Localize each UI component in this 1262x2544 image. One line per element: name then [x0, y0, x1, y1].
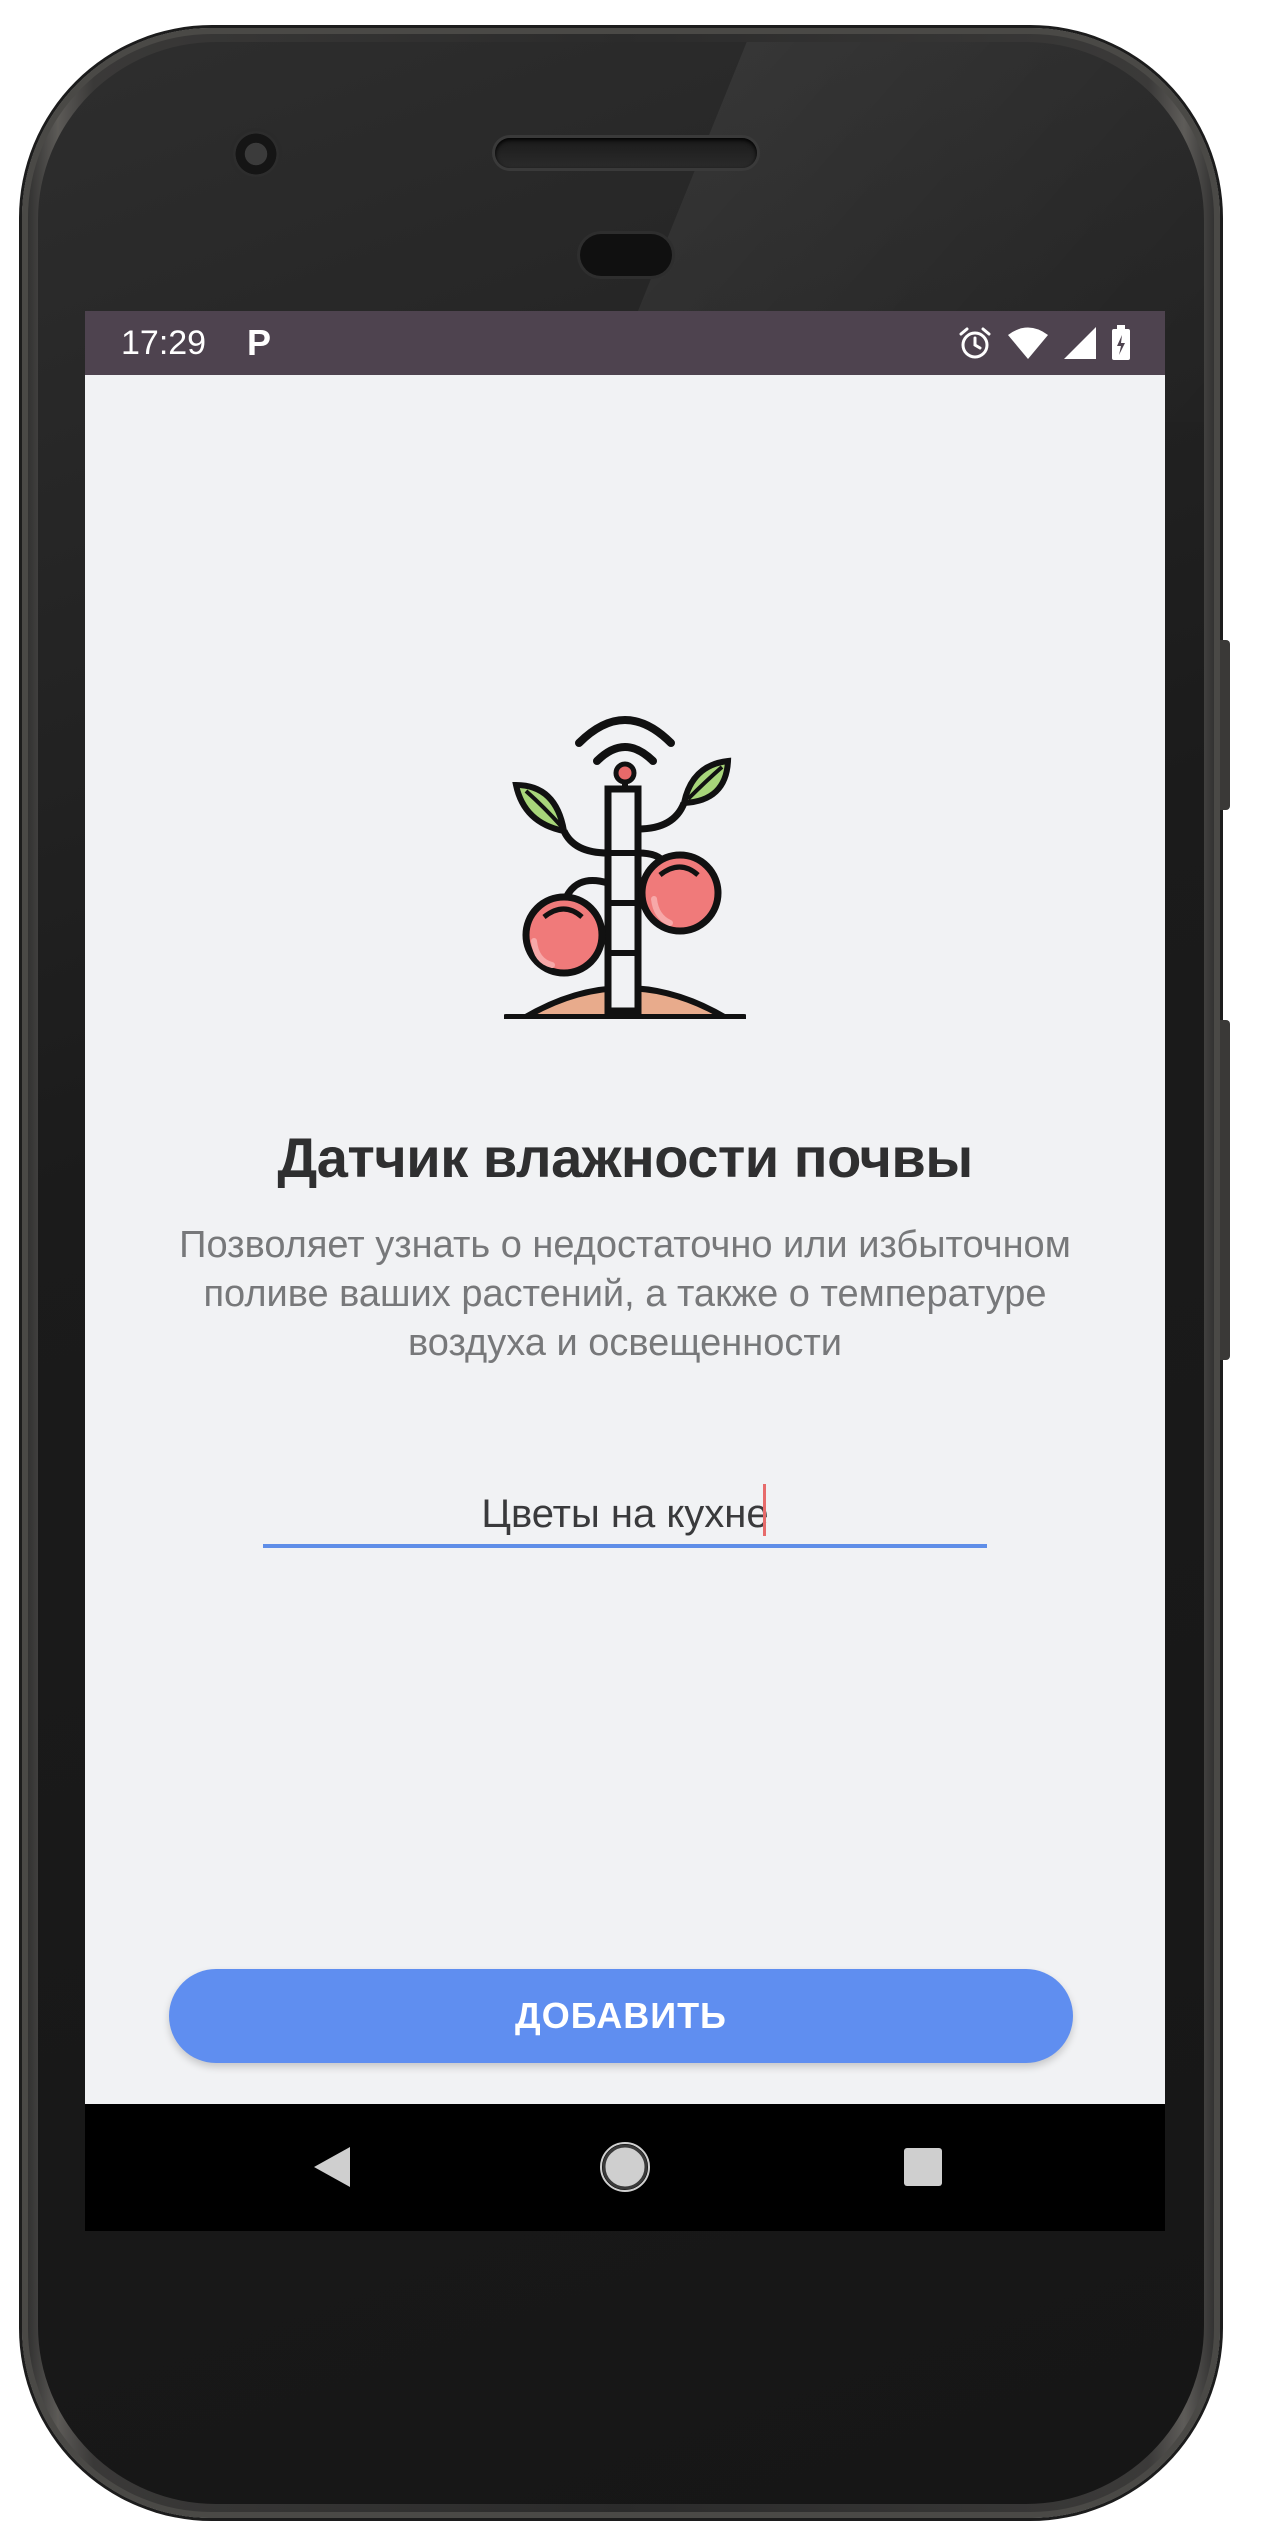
status-bar: 17:29 P	[85, 311, 1165, 375]
notification-p-icon: P	[247, 322, 272, 363]
add-button[interactable]: ДОБАВИТЬ	[169, 1969, 1073, 2063]
side-button-top	[1220, 640, 1230, 810]
front-camera	[230, 128, 282, 180]
back-icon	[314, 2147, 350, 2187]
screen: 17:29 P Датчик влажности почвы Позволяет…	[85, 311, 1165, 2231]
alarm-icon	[959, 327, 991, 359]
proximity-sensor	[580, 234, 672, 276]
navigation-bar	[85, 2104, 1165, 2231]
page-title: Датчик влажности почвы	[277, 1126, 973, 1189]
home-icon	[600, 2142, 650, 2192]
plant-sensor-icon	[504, 716, 746, 1019]
side-button-bottom	[1220, 1020, 1230, 1360]
recents-button[interactable]	[890, 2134, 956, 2200]
status-icons	[957, 325, 1131, 361]
page-description: Позволяет узнать о недостаточно или избы…	[179, 1224, 1071, 1364]
home-button[interactable]	[592, 2134, 658, 2200]
wifi-icon	[1008, 327, 1048, 359]
earpiece-speaker	[495, 138, 757, 168]
recents-icon	[904, 2148, 942, 2186]
cell-signal-icon	[1064, 327, 1096, 359]
text-caret	[763, 1484, 766, 1536]
back-button[interactable]	[299, 2134, 365, 2200]
status-time: 17:29	[121, 324, 207, 362]
battery-icon	[1112, 325, 1130, 360]
input-underline	[263, 1544, 987, 1548]
